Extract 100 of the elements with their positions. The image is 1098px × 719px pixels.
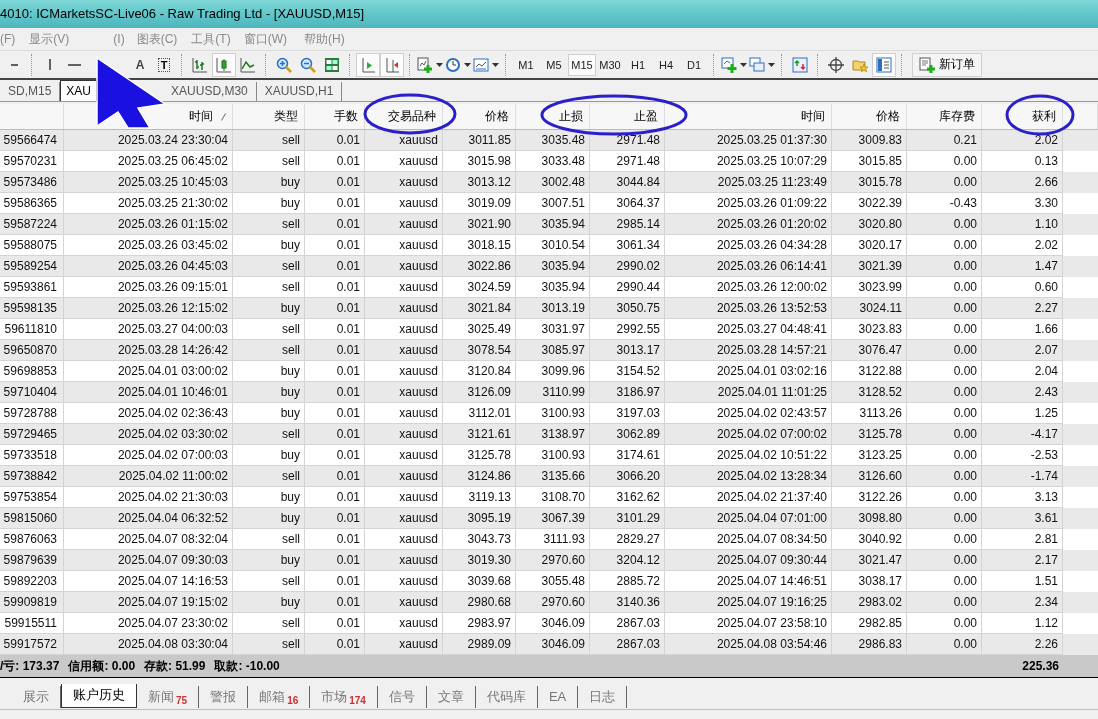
tile-windows-icon [324, 56, 340, 73]
table-cell: 0.01 [305, 424, 365, 445]
chart-tab[interactable]: XAU [60, 80, 98, 101]
table-cell: 3035.94 [516, 256, 590, 277]
table-cell: 3021.47 [832, 550, 907, 571]
table-cell: xauusd [365, 172, 443, 193]
column-header[interactable]: 价格 [876, 108, 900, 125]
table-cell: xauusd [365, 340, 443, 361]
table-cell: -4.17 [982, 424, 1063, 445]
table-cell: 2.17 [982, 550, 1063, 571]
column-header[interactable]: 类型 [274, 108, 298, 125]
table-cell: sell [233, 256, 305, 277]
table-cell: 3002.48 [516, 172, 590, 193]
summary-text: 存款: 51.99 [144, 657, 206, 675]
column-header[interactable]: 手数 [334, 108, 358, 125]
candlestick-icon [216, 56, 232, 73]
candlestick-button[interactable] [212, 52, 236, 77]
table-cell: xauusd [365, 382, 443, 403]
timeframe-button[interactable]: D1 [680, 53, 708, 76]
terminal-tab[interactable]: 文章 [426, 686, 476, 708]
new-order-button[interactable]: 新订单 [912, 52, 982, 77]
table-cell: 59738842 [0, 466, 64, 487]
new-chart-icon [417, 56, 433, 73]
terminal-tab[interactable]: 账户历史 [61, 684, 137, 708]
timeframe-button[interactable]: H1 [624, 53, 652, 76]
annotation-ellipse [1005, 94, 1075, 136]
table-cell: 3186.97 [590, 382, 665, 403]
column-header[interactable]: 价格 [485, 108, 509, 125]
timeframe-button[interactable]: M1 [512, 53, 540, 76]
dash-icon [10, 63, 18, 66]
table-cell: xauusd [365, 298, 443, 319]
table-cell: 2970.60 [516, 550, 590, 571]
chart-tab[interactable]: XAUUSD,M30 [163, 82, 257, 101]
chart-shift-button[interactable] [380, 52, 404, 77]
table-cell: 3204.12 [590, 550, 665, 571]
table-cell: 0.00 [907, 340, 982, 361]
terminal-tab[interactable]: EA [537, 686, 579, 708]
terminal-tab[interactable]: 日志 [578, 686, 628, 708]
table-cell: 0.01 [305, 214, 365, 235]
column-header[interactable]: 时间 [189, 108, 213, 125]
table-cell: 59598135 [0, 298, 64, 319]
table-cell: sell [233, 214, 305, 235]
table-cell: 0.01 [305, 340, 365, 361]
autoscroll-button[interactable] [356, 52, 380, 77]
table-cell: 3015.78 [832, 172, 907, 193]
table-cell: 0.00 [907, 298, 982, 319]
table-cell: 0.00 [907, 550, 982, 571]
table-cell: 2.34 [982, 592, 1063, 613]
table-cell: 3126.09 [443, 382, 516, 403]
table-cell: 3062.89 [590, 424, 665, 445]
table-cell: 2.66 [982, 172, 1063, 193]
table-cell: 3124.86 [443, 466, 516, 487]
table-cell: 3022.86 [443, 256, 516, 277]
terminal-tab[interactable]: 信号 [377, 686, 427, 708]
timeframe-button[interactable]: M30 [596, 53, 624, 76]
table-cell: 2025.03.24 23:30:04 [64, 130, 233, 151]
terminal-tab[interactable]: 警报 [199, 686, 249, 708]
table-cell: 0.01 [305, 508, 365, 529]
column-header[interactable]: 获利 [1032, 108, 1056, 125]
table-cell: 1.10 [982, 214, 1063, 235]
table-cell: 2.07 [982, 340, 1063, 361]
terminal-tab[interactable]: 代码库 [475, 686, 538, 708]
text-label-tool-button[interactable]: T [152, 52, 176, 77]
table-cell: 2025.03.25 01:37:30 [665, 130, 832, 151]
crosshair-icon [828, 56, 844, 73]
column-header[interactable]: 时间 [801, 108, 825, 125]
table-cell: 2025.04.01 10:46:01 [64, 382, 233, 403]
table-cell: 2025.03.26 06:14:41 [665, 256, 832, 277]
table-cell: 3138.97 [516, 424, 590, 445]
column-header[interactable]: 交易品种 [388, 108, 436, 125]
column-header[interactable]: 止损 [559, 108, 583, 125]
caret-icon [492, 62, 499, 67]
total-profit: 225.36 [1021, 659, 1060, 673]
table-cell: 3019.30 [443, 550, 516, 571]
column-header[interactable]: 止盈 [634, 108, 658, 125]
count-label: 75 [176, 694, 188, 708]
zoom-in-icon [276, 56, 292, 73]
timeframe-button[interactable]: H4 [652, 53, 680, 76]
column-header[interactable]: 库存费 [939, 108, 975, 125]
table-cell: 1.47 [982, 256, 1063, 277]
table-cell: 59650870 [0, 340, 64, 361]
table-cell: sell [233, 424, 305, 445]
table-cell: 0.00 [907, 466, 982, 487]
timeframe-button[interactable]: M5 [540, 53, 568, 76]
table-cell: 3024.11 [832, 298, 907, 319]
horizontal-line-icon [67, 63, 81, 66]
navigator-button[interactable] [872, 52, 896, 77]
table-cell: 59729465 [0, 424, 64, 445]
table-cell: 2025.04.07 09:30:44 [665, 550, 832, 571]
table-cell: 0.00 [907, 256, 982, 277]
timeframe-button[interactable]: M15 [568, 53, 596, 76]
table-cell: 3009.83 [832, 130, 907, 151]
chart-tab[interactable]: XAUUSD,H1 [256, 82, 343, 101]
caret-icon [740, 62, 747, 67]
table-cell: 3021.39 [832, 256, 907, 277]
table-cell: 3085.97 [516, 340, 590, 361]
count-label: 16 [287, 694, 299, 708]
text-tool-button[interactable]: A [128, 52, 152, 77]
template-icon [473, 56, 489, 73]
table-cell: 2025.03.25 10:45:03 [64, 172, 233, 193]
